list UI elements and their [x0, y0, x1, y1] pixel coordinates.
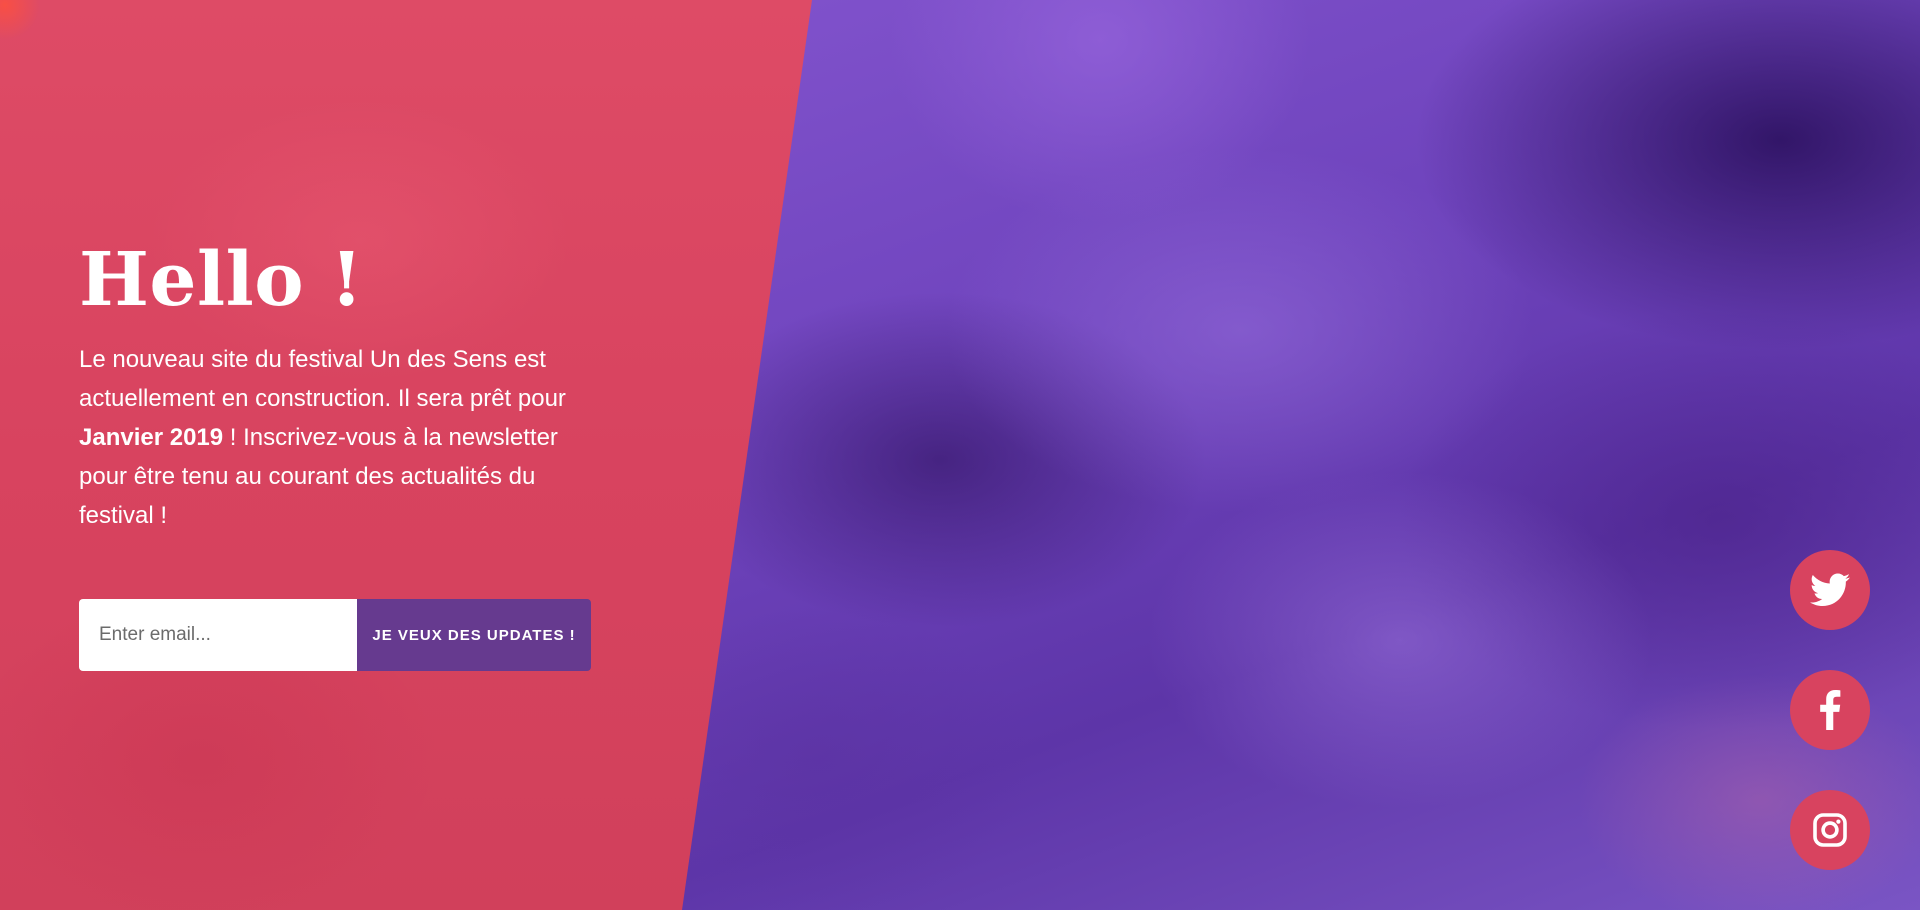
instagram-icon: [1813, 813, 1847, 847]
facebook-button[interactable]: [1790, 670, 1870, 750]
launch-date: Janvier 2019: [79, 424, 224, 451]
landing-page: Hello ! Le nouveau site du festival Un d…: [0, 0, 1920, 910]
instagram-button[interactable]: [1790, 790, 1870, 870]
twitter-icon: [1810, 573, 1850, 606]
facebook-icon: [1820, 690, 1841, 730]
twitter-button[interactable]: [1790, 550, 1870, 630]
subscribe-button[interactable]: JE VEUX DES UPDATES !: [357, 599, 591, 671]
hero-content: Hello ! Le nouveau site du festival Un d…: [79, 232, 599, 535]
intro-text-part1: Le nouveau site du festival Un des Sens …: [79, 346, 566, 412]
newsletter-form: JE VEUX DES UPDATES !: [79, 599, 591, 671]
intro-text: Le nouveau site du festival Un des Sens …: [79, 340, 579, 535]
social-links: [1790, 550, 1870, 870]
email-input[interactable]: [79, 599, 357, 671]
page-title: Hello !: [79, 237, 364, 323]
